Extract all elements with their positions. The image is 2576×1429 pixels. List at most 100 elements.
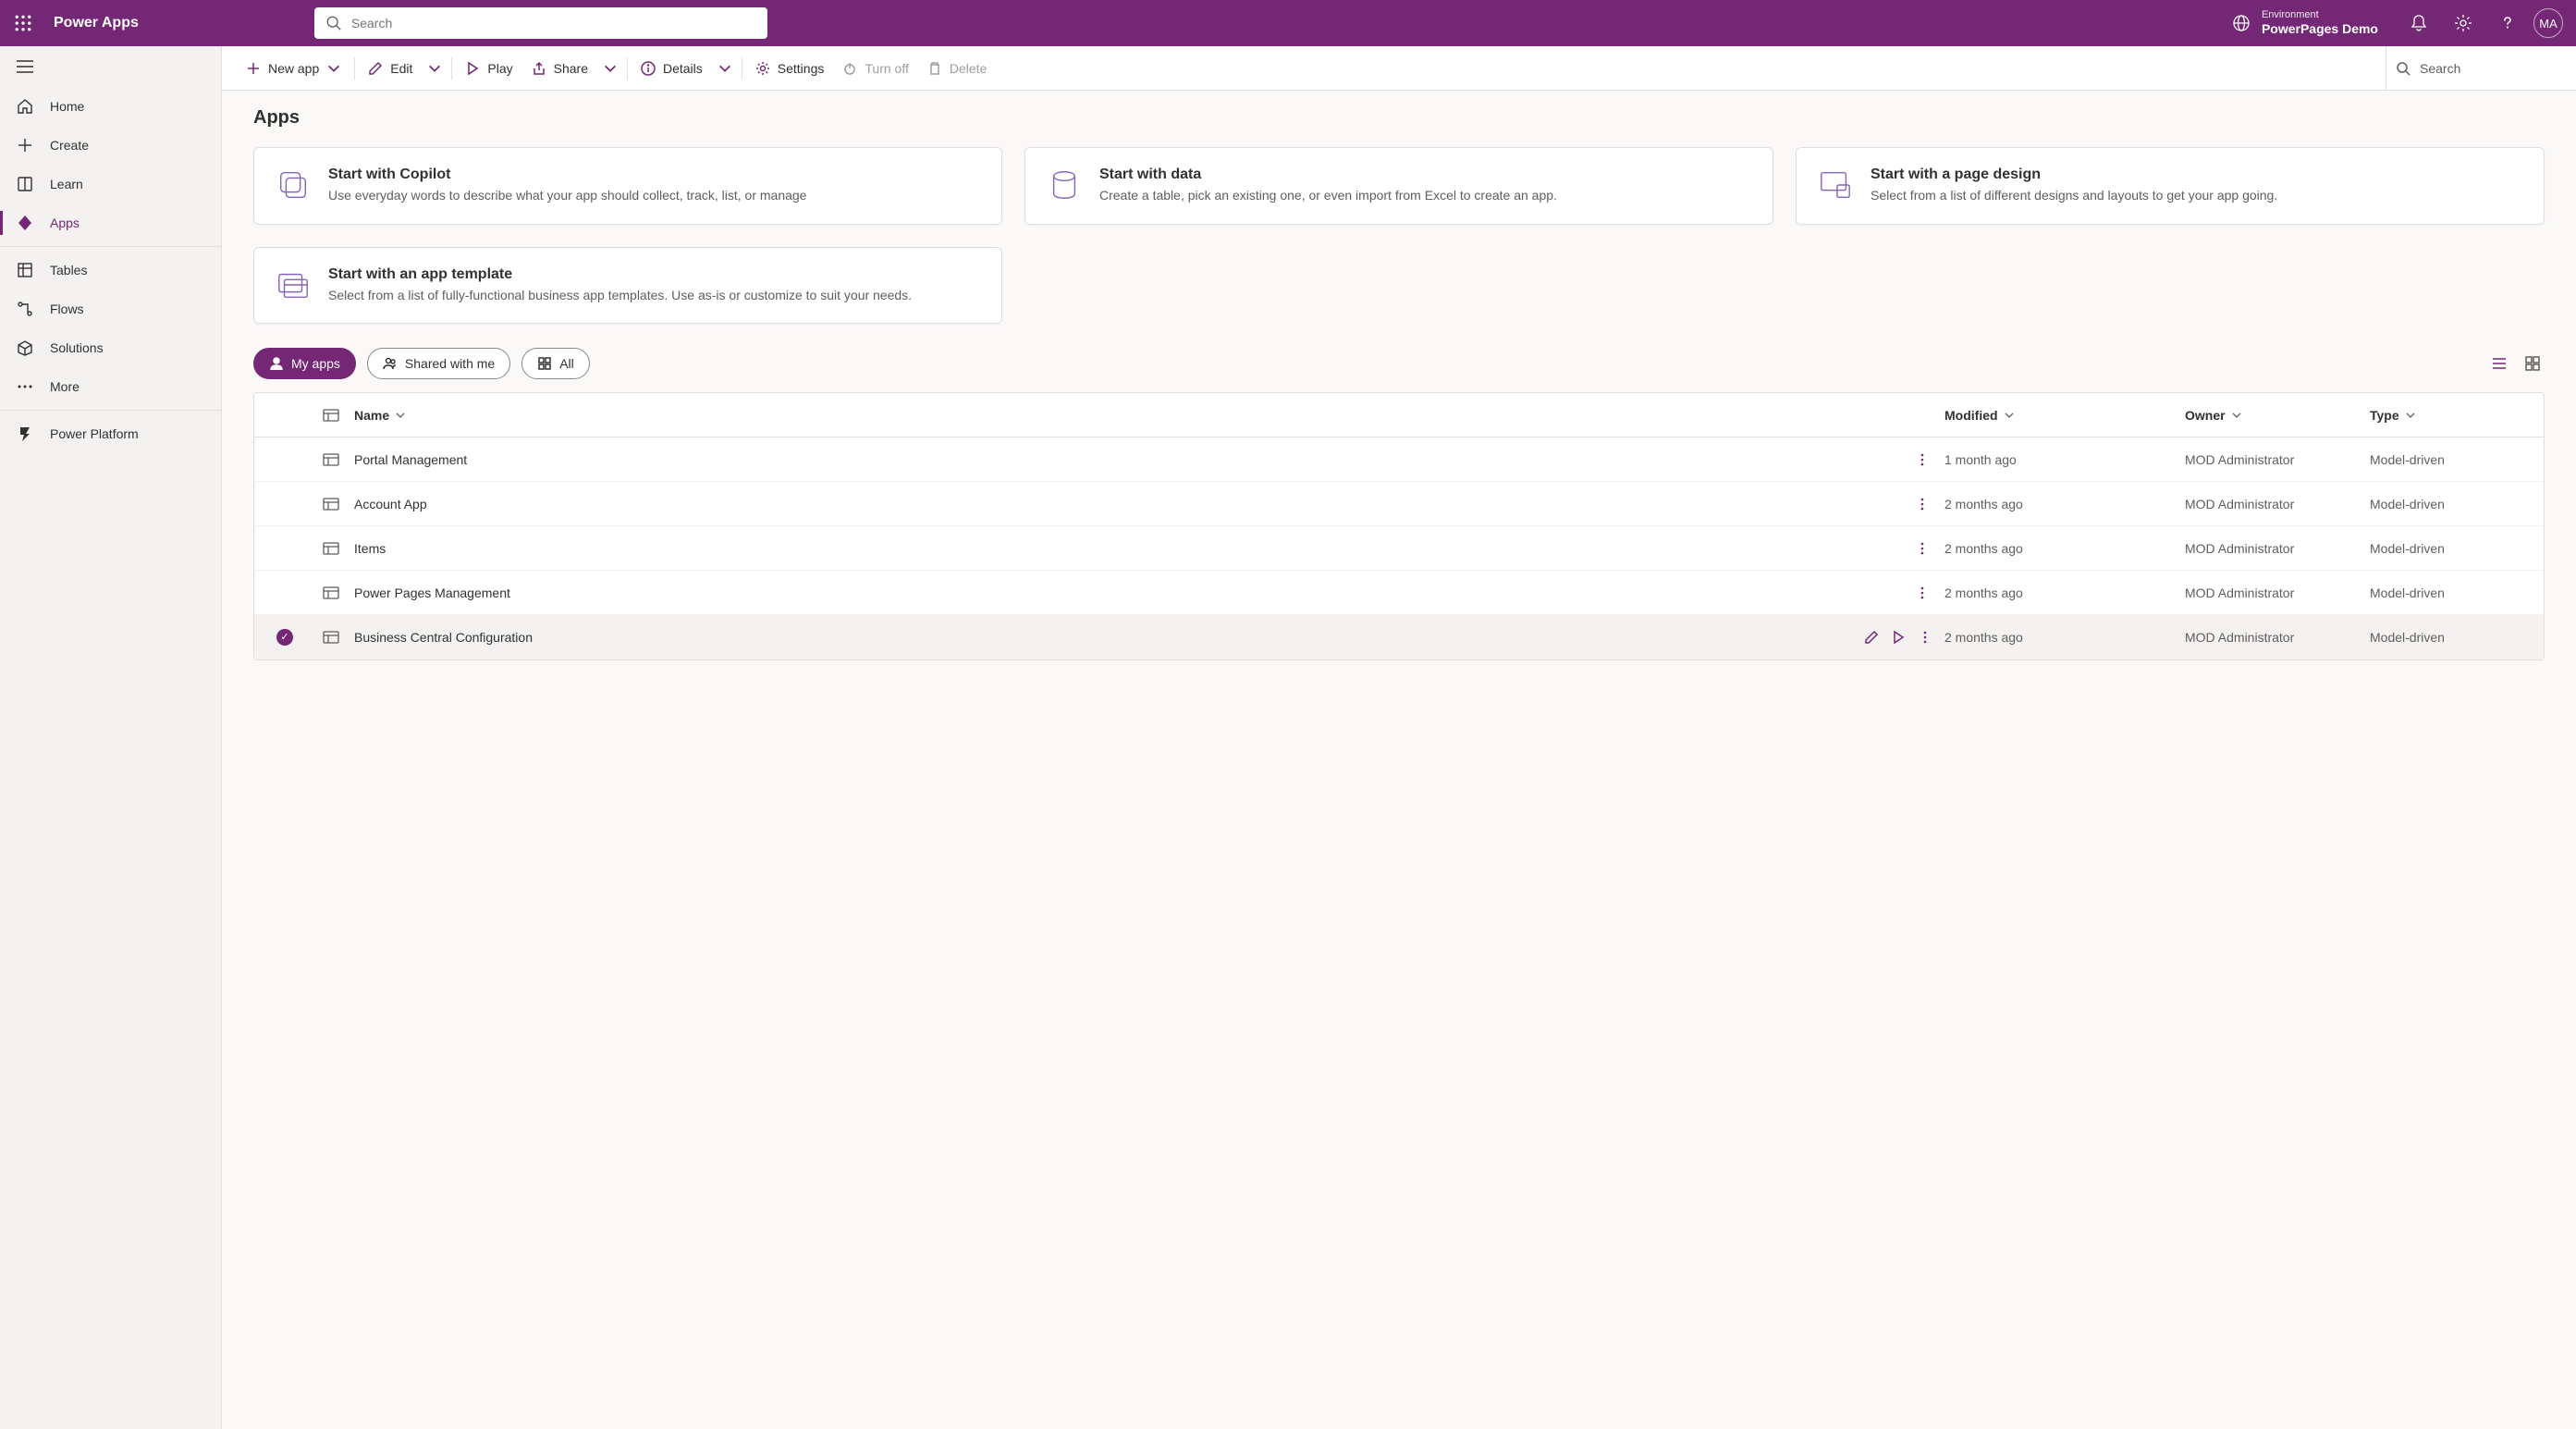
- more-vertical-icon: [1918, 630, 1932, 645]
- card-page-design[interactable]: Start with a page design Select from a l…: [1796, 147, 2545, 225]
- nav-flows[interactable]: Flows: [0, 289, 221, 328]
- card-data[interactable]: Start with data Create a table, pick an …: [1024, 147, 1773, 225]
- row-actions: [1861, 580, 1944, 606]
- app-modified: 2 months ago: [1944, 497, 2185, 511]
- app-launcher-button[interactable]: [0, 0, 46, 46]
- row-more-button[interactable]: [1909, 447, 1935, 473]
- pill-shared[interactable]: Shared with me: [367, 348, 510, 379]
- app-type: Model-driven: [2370, 452, 2536, 467]
- search-icon: [325, 15, 342, 31]
- card-desc: Create a table, pick an existing one, or…: [1099, 187, 1557, 205]
- info-icon: [641, 61, 656, 76]
- chevron-down-icon: [603, 61, 618, 76]
- nav-create[interactable]: Create: [0, 126, 221, 165]
- power-icon: [842, 61, 857, 76]
- chevron-down-icon: [2004, 410, 2015, 421]
- card-title: Start with an app template: [328, 266, 912, 283]
- cmd-details-dropdown[interactable]: [712, 53, 738, 84]
- card-title: Start with Copilot: [328, 166, 806, 183]
- nav-learn[interactable]: Learn: [0, 165, 221, 203]
- row-more-button[interactable]: [1909, 580, 1935, 606]
- table-row[interactable]: Items2 months agoMOD AdministratorModel-…: [254, 526, 2544, 571]
- nav-home[interactable]: Home: [0, 87, 221, 126]
- cmd-share-dropdown[interactable]: [597, 53, 623, 84]
- app-name: Portal Management: [354, 452, 1861, 467]
- card-copilot[interactable]: Start with Copilot Use everyday words to…: [253, 147, 1002, 225]
- card-template[interactable]: Start with an app template Select from a…: [253, 247, 1002, 325]
- cmd-details[interactable]: Details: [632, 53, 712, 84]
- gear-icon: [755, 61, 770, 76]
- pencil-icon: [368, 61, 383, 76]
- cmd-label: Play: [487, 61, 512, 76]
- cmd-search[interactable]: Search: [2386, 46, 2561, 90]
- table-row[interactable]: Business Central Configuration2 months a…: [254, 615, 2544, 659]
- app-type-icon: [308, 586, 354, 599]
- page-title: Apps: [253, 107, 2545, 129]
- cmd-edit[interactable]: Edit: [359, 53, 422, 84]
- app-type-icon: [308, 631, 354, 644]
- divider: [451, 57, 452, 80]
- row-actions: [1861, 491, 1944, 517]
- cmd-edit-dropdown[interactable]: [422, 53, 448, 84]
- th-name[interactable]: Name: [354, 408, 1861, 423]
- chevron-down-icon: [427, 61, 442, 76]
- user-avatar[interactable]: MA: [2533, 8, 2563, 38]
- card-desc: Use everyday words to describe what your…: [328, 187, 806, 205]
- app-name: Account App: [354, 497, 1861, 511]
- view-list-button[interactable]: [2487, 351, 2511, 376]
- table-row[interactable]: Power Pages Management2 months agoMOD Ad…: [254, 571, 2544, 615]
- pill-all[interactable]: All: [521, 348, 590, 379]
- th-modified[interactable]: Modified: [1944, 408, 2185, 423]
- help-button[interactable]: [2485, 0, 2530, 46]
- global-search-box[interactable]: [314, 7, 767, 39]
- table-row[interactable]: Portal Management1 month agoMOD Administ…: [254, 437, 2544, 482]
- cmd-label: Settings: [778, 61, 825, 76]
- chevron-down-icon: [2405, 410, 2416, 421]
- row-actions: [1861, 536, 1944, 561]
- cmd-play[interactable]: Play: [456, 53, 521, 84]
- global-search: [314, 7, 767, 39]
- people-icon: [383, 356, 398, 371]
- row-more-button[interactable]: [1914, 624, 1935, 650]
- nav-power-platform[interactable]: Power Platform: [0, 414, 221, 453]
- row-selected-indicator[interactable]: [276, 629, 293, 646]
- pill-my-apps[interactable]: My apps: [253, 348, 356, 379]
- th-owner[interactable]: Owner: [2185, 408, 2370, 423]
- solutions-icon: [17, 339, 33, 356]
- global-search-input[interactable]: [351, 16, 756, 31]
- settings-button[interactable]: [2441, 0, 2485, 46]
- nav-apps[interactable]: Apps: [0, 203, 221, 242]
- cmd-new-app[interactable]: New app: [237, 53, 350, 84]
- nav-solutions[interactable]: Solutions: [0, 328, 221, 367]
- th-type[interactable]: Type: [2370, 408, 2536, 423]
- sidebar-toggle[interactable]: [0, 46, 221, 87]
- trash-icon: [927, 61, 942, 76]
- help-icon: [2498, 14, 2517, 32]
- row-more-button[interactable]: [1909, 536, 1935, 561]
- row-play-button[interactable]: [1888, 624, 1909, 650]
- nav-label: Flows: [50, 302, 84, 316]
- nav-tables[interactable]: Tables: [0, 251, 221, 289]
- environment-picker[interactable]: Environment PowerPages Demo: [2232, 9, 2378, 37]
- app-owner: MOD Administrator: [2185, 585, 2370, 600]
- view-grid-button[interactable]: [2521, 351, 2545, 376]
- bell-icon: [2410, 14, 2428, 32]
- cmd-label: Details: [663, 61, 703, 76]
- row-edit-button[interactable]: [1861, 624, 1883, 650]
- nav-divider: [0, 410, 221, 411]
- person-icon: [269, 356, 284, 371]
- cmd-share[interactable]: Share: [522, 53, 597, 84]
- notifications-button[interactable]: [2397, 0, 2441, 46]
- table-row[interactable]: Account App2 months agoMOD Administrator…: [254, 482, 2544, 526]
- type-column-icon[interactable]: [308, 409, 354, 422]
- nav-more[interactable]: More: [0, 367, 221, 406]
- cmd-label: New app: [268, 61, 319, 76]
- cmd-settings[interactable]: Settings: [746, 53, 834, 84]
- row-more-button[interactable]: [1909, 491, 1935, 517]
- table-icon: [17, 262, 33, 278]
- environment-label: Environment: [2262, 9, 2378, 21]
- nav-label: Learn: [50, 177, 83, 191]
- content: Apps Start with Copilot Use everyday wor…: [222, 91, 2576, 1429]
- chevron-down-icon: [395, 410, 406, 421]
- book-icon: [17, 176, 33, 192]
